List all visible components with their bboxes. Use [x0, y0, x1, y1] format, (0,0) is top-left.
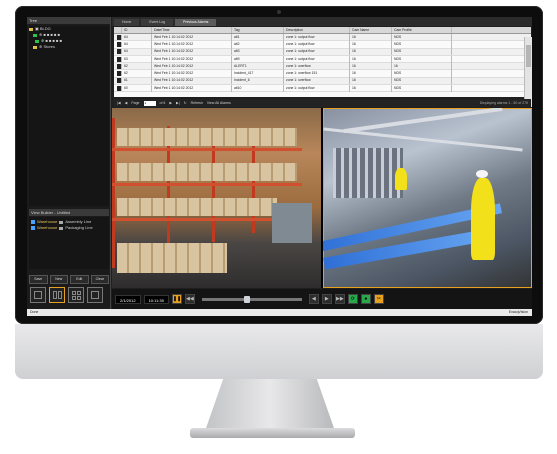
stacked-boxes — [117, 163, 297, 181]
column-header[interactable]: Cam Name — [350, 27, 392, 33]
clear-button[interactable]: Clear — [90, 275, 109, 284]
app-window: Tree ▣ BLDG ⊕ ■ ■ ■ ■ ■ ⊕ ■ ■ ■ ■ ■ ⊕ St… — [27, 17, 532, 316]
stacked-boxes — [117, 198, 277, 216]
time-display: 10:11:35 — [143, 294, 169, 304]
factory-camera-feed[interactable] — [323, 108, 532, 288]
worker-figure — [395, 168, 407, 190]
export-icon[interactable]: ✂ — [373, 294, 384, 304]
main-pane: Home Event Log Previous Alarms ID Date/T… — [112, 17, 532, 309]
layout-list: Warehouse Assembly Line Warehouse Packag… — [29, 217, 109, 269]
fast-forward-icon[interactable]: ▶▶ — [334, 294, 345, 304]
hardhat — [476, 170, 488, 178]
stacked-boxes — [117, 243, 227, 273]
status-text: Done — [30, 310, 39, 314]
overhead-pipe — [343, 108, 503, 134]
refresh-button[interactable]: Refresh — [191, 101, 203, 105]
save-button[interactable]: Save — [29, 275, 48, 284]
step-back-icon[interactable]: ◀ — [308, 294, 319, 304]
video-panel — [112, 108, 532, 288]
checkbox-icon[interactable] — [31, 226, 35, 230]
monitor-foot — [190, 428, 355, 438]
column-header[interactable]: Tag — [232, 27, 284, 33]
table-body: 64 Wed Feb 1 10:14:02 2012 alt1 zone 1: out… — [114, 33, 531, 93]
refresh-icon[interactable]: ↻ — [184, 101, 187, 105]
sync-icon[interactable]: ⟳ — [347, 294, 358, 304]
warehouse-camera-feed[interactable] — [112, 108, 321, 288]
webcam-icon — [277, 10, 281, 14]
column-header[interactable]: Cam Profile — [392, 27, 452, 33]
machinery — [333, 148, 403, 198]
scroll-thumb[interactable] — [526, 45, 531, 67]
paging-summary: Displaying alarms 1 - 50 of 275 — [479, 101, 528, 105]
rack-beam — [112, 148, 302, 151]
alarms-table: ID Date/Time Tag Description Cam Name Ca… — [114, 27, 532, 107]
playback-controls: 2/1/2012 10:11:35 ❚❚ ◀◀ ◀ ▶ ▶▶ ⟳ ● ✂ — [112, 289, 532, 309]
step-forward-icon[interactable]: ▶ — [321, 294, 332, 304]
tab-previous-alarms[interactable]: Previous Alarms — [175, 19, 217, 26]
status-app-name: ExacqVision — [508, 310, 528, 314]
timeline-handle[interactable] — [243, 295, 250, 303]
camera-node-icon — [35, 39, 39, 43]
tab-bar: Home Event Log Previous Alarms — [112, 17, 532, 26]
column-header[interactable]: Description — [284, 27, 350, 33]
page-label: Page — [131, 101, 140, 105]
rack-beam — [112, 183, 302, 186]
worker-figure — [471, 178, 495, 260]
timeline-slider[interactable] — [201, 295, 302, 303]
date-display: 2/1/2012 — [115, 294, 141, 304]
prev-page-icon[interactable]: ◀ — [125, 101, 128, 105]
layout-link[interactable]: Warehouse — [37, 225, 57, 231]
folder-icon — [33, 45, 37, 49]
monitor-chin — [15, 324, 543, 379]
view-all-alarms-button[interactable]: View All Alarms — [207, 101, 231, 105]
layout-item[interactable]: Warehouse Packaging Line — [31, 225, 107, 231]
tab-event-log[interactable]: Event Log — [141, 19, 174, 26]
column-header[interactable]: ID — [122, 27, 152, 33]
camera-icon — [59, 220, 64, 224]
column-header[interactable]: Date/Time — [152, 27, 232, 33]
table-row[interactable]: 60 Wed Feb 1 10:14:02 2012 alt10 zone 1: ou… — [114, 84, 531, 93]
view-builder-title: View Builder - Untitled — [29, 209, 109, 216]
tab-home[interactable]: Home — [114, 19, 140, 26]
rack-upright — [112, 118, 115, 268]
rewind-icon[interactable]: ◀◀ — [184, 294, 195, 304]
last-page-icon[interactable]: ▶| — [176, 101, 180, 105]
layout-buttons: Save New Edit Clear — [29, 275, 109, 284]
camera-node-icon — [33, 33, 37, 37]
grid-layout-buttons — [29, 286, 109, 304]
pager-bar: |◀ ◀ Page 1 of 6 ▶ ▶| ↻ Refresh View All… — [114, 99, 531, 107]
next-page-icon[interactable]: ▶ — [169, 101, 172, 105]
multi-view-icon[interactable] — [87, 287, 103, 303]
checkbox-icon[interactable] — [31, 220, 35, 224]
layout-name: Packaging Line — [65, 225, 93, 230]
folder-icon — [29, 27, 33, 31]
column-header[interactable] — [114, 27, 122, 33]
table-scrollbar[interactable] — [524, 37, 532, 107]
stacked-boxes — [117, 128, 297, 146]
quad-view-icon[interactable] — [68, 287, 84, 303]
new-button[interactable]: New — [49, 275, 68, 284]
camera-icon — [59, 226, 64, 230]
status-bar: Done ExacqVision — [27, 309, 532, 316]
device-tree[interactable]: ▣ BLDG ⊕ ■ ■ ■ ■ ■ ⊕ ■ ■ ■ ■ ■ ⊕ Stores — [29, 26, 109, 206]
monitor-stand — [205, 379, 335, 431]
first-page-icon[interactable]: |◀ — [117, 101, 121, 105]
tree-node[interactable]: ⊕ Stores — [29, 44, 109, 50]
monitor-scene: Tree ▣ BLDG ⊕ ■ ■ ■ ■ ■ ⊕ ■ ■ ■ ■ ■ ⊕ St… — [0, 0, 557, 454]
single-view-icon[interactable] — [30, 287, 46, 303]
page-count: of 6 — [159, 101, 166, 105]
split-view-icon[interactable] — [49, 287, 65, 303]
pause-icon[interactable]: ❚❚ — [171, 294, 182, 304]
tree-title: Tree — [27, 17, 110, 24]
left-pane: Tree ▣ BLDG ⊕ ■ ■ ■ ■ ■ ⊕ ■ ■ ■ ■ ■ ⊕ St… — [27, 17, 111, 309]
edit-button[interactable]: Edit — [70, 275, 89, 284]
pallet-stack — [272, 203, 312, 243]
page-input[interactable]: 1 — [143, 100, 156, 106]
live-icon[interactable]: ● — [360, 294, 371, 304]
